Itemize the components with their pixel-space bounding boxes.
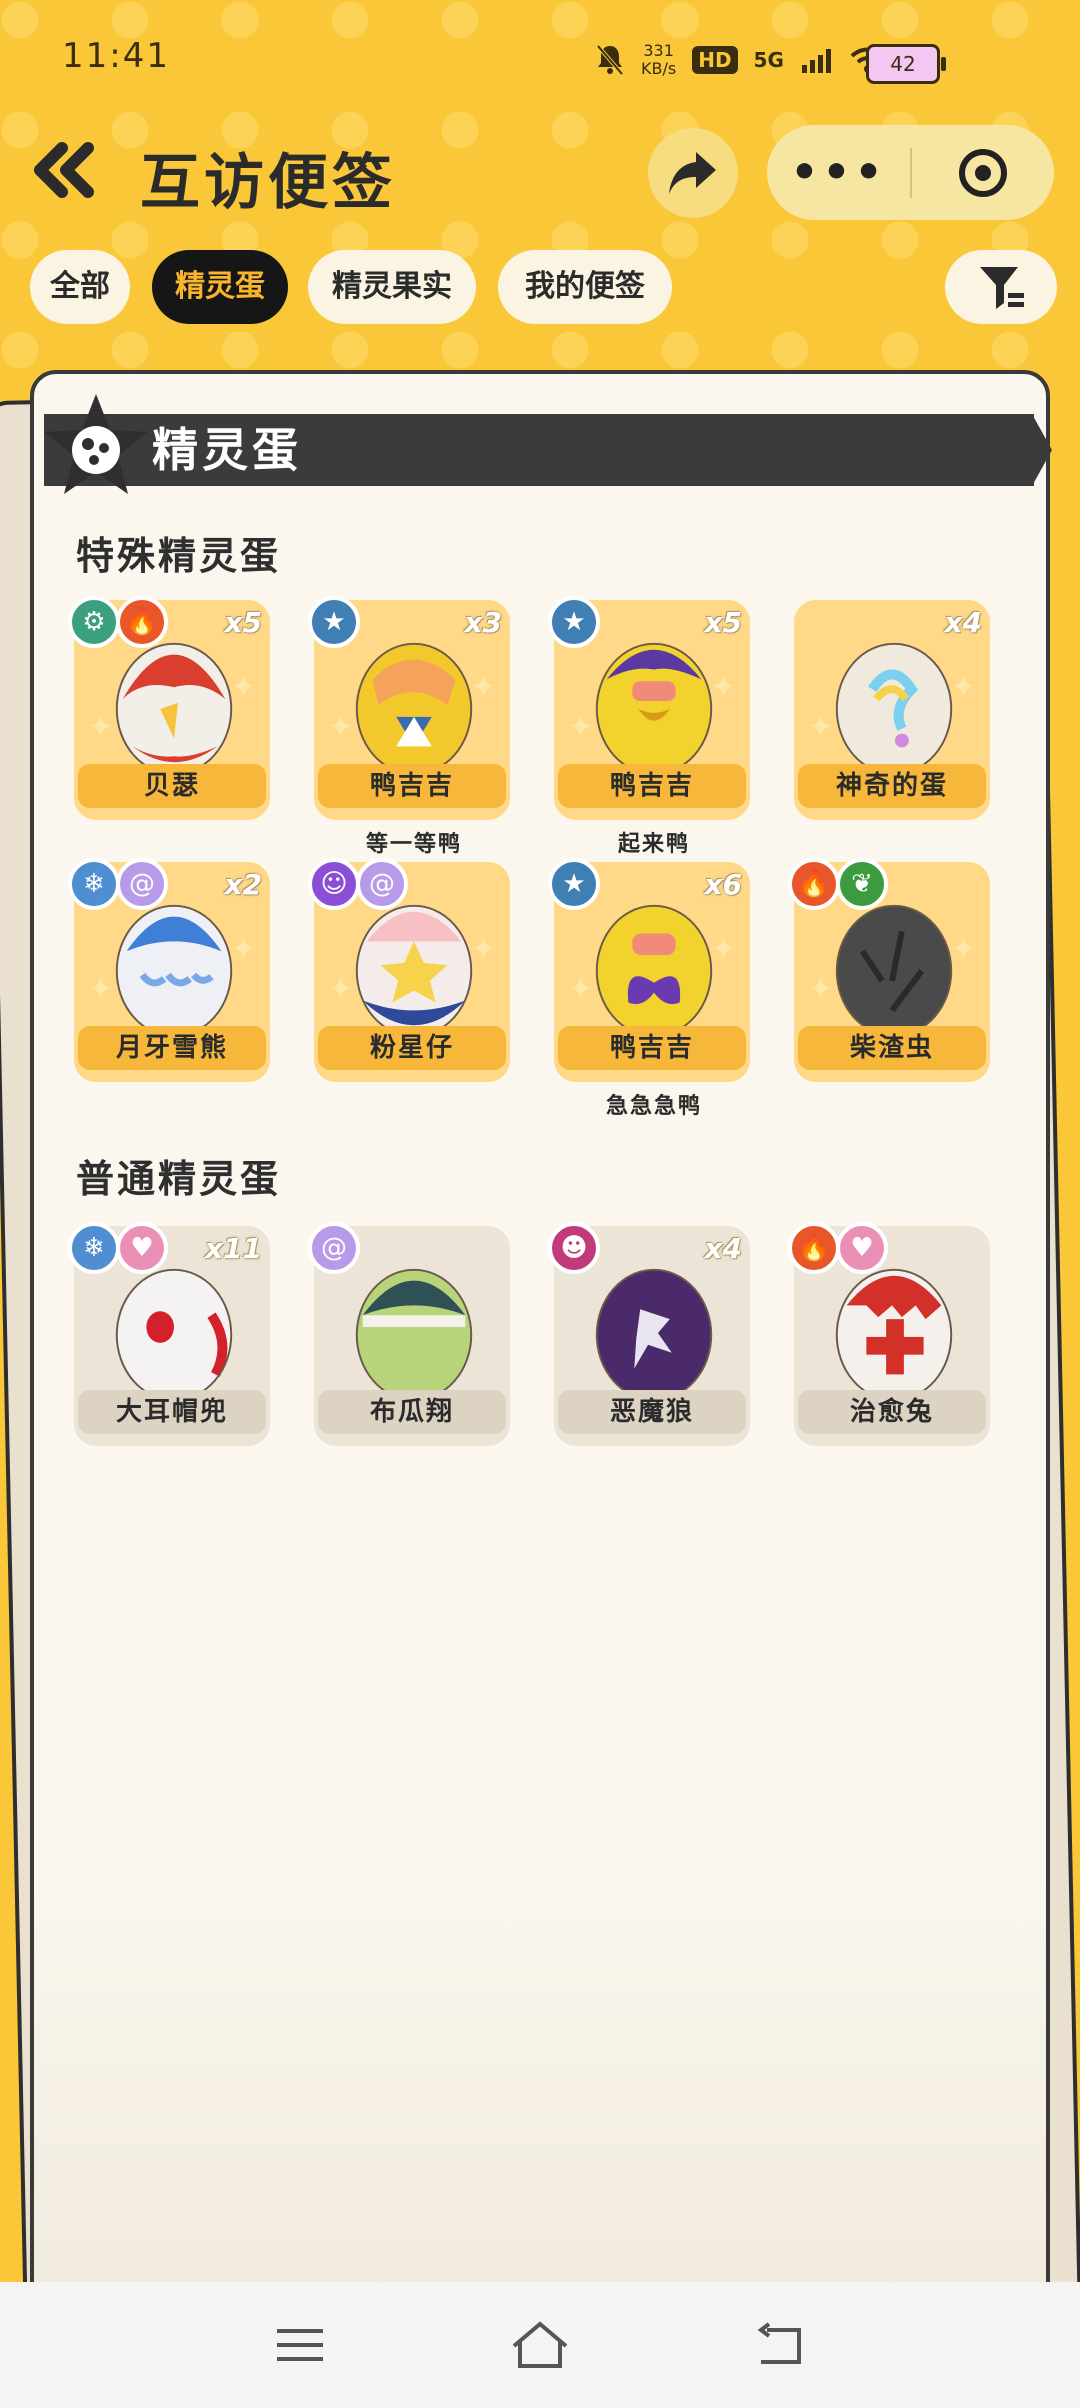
egg-name: 鸭吉吉 (558, 764, 746, 808)
heart-type-icon: ♥ (836, 1222, 888, 1274)
star-type-icon: ★ (548, 596, 600, 648)
egg-name: 治愈兔 (798, 1390, 986, 1434)
egg-item[interactable]: ✦ ✦ 粉星仔 ☺ @ (308, 858, 514, 1092)
special-eggs-heading: 特殊精灵蛋 (76, 534, 282, 578)
fire-type-icon: 🔥 (788, 1222, 840, 1274)
egg-subtitle: 起来鸭 (617, 832, 690, 857)
more-button[interactable]: ••• (767, 147, 910, 198)
double-chevron-left-icon (34, 142, 94, 198)
tab-spirit-egg[interactable]: 精灵蛋 (152, 250, 288, 324)
egg-name: 柴渣虫 (798, 1026, 986, 1070)
egg-name: 贝瑟 (78, 764, 266, 808)
battery-indicator: 42 (866, 44, 946, 84)
normal-eggs-heading: 普通精灵蛋 (76, 1157, 282, 1201)
miniapp-capsule: ••• (767, 125, 1054, 220)
menu-icon (277, 2329, 323, 2361)
egg-image (355, 904, 473, 1038)
green-gear-type-icon: ⚙ (68, 596, 120, 648)
star-type-icon: ★ (548, 858, 600, 910)
egg-image (355, 642, 473, 776)
egg-image (115, 642, 233, 776)
egg-name: 恶魔狼 (558, 1390, 746, 1434)
system-nav-bar (0, 2282, 1080, 2408)
egg-image (835, 904, 953, 1038)
back-icon (757, 2322, 801, 2364)
egg-image (355, 1268, 473, 1402)
back-button[interactable] (30, 140, 110, 210)
banner-title: 精灵蛋 (152, 423, 302, 477)
leaf-type-icon: ❦ (836, 858, 888, 910)
egg-name: 大耳帽兜 (78, 1390, 266, 1434)
egg-image (115, 904, 233, 1038)
share-arrow-icon (669, 152, 716, 194)
heart-type-icon: ♥ (116, 1222, 168, 1274)
share-button[interactable] (648, 128, 738, 218)
egg-count: x11 (204, 1232, 262, 1265)
egg-count: x4 (944, 606, 982, 639)
egg-count: x5 (704, 606, 742, 639)
back-nav-button[interactable] (750, 2315, 810, 2375)
home-button[interactable] (510, 2315, 570, 2375)
egg-name: 布瓜翔 (318, 1390, 506, 1434)
egg-subtitle: 等一等鸭 (365, 832, 462, 857)
egg-item[interactable]: x4 恶魔狼 ☻ (548, 1222, 754, 1456)
menu-button[interactable] (270, 2315, 330, 2375)
egg-name: 神奇的蛋 (798, 764, 986, 808)
tab-my-notes[interactable]: 我的便签 (498, 250, 672, 324)
egg-image (835, 1268, 953, 1402)
egg-item[interactable]: ✦ ✦ x6 鸭吉吉 ★ 急急急鸭 (548, 858, 754, 1119)
close-miniapp-button[interactable] (912, 148, 1054, 197)
page-title: 互访便签 (140, 148, 396, 218)
star-badge-icon (36, 388, 156, 508)
egg-count: x5 (224, 606, 262, 639)
egg-image (595, 904, 713, 1038)
status-bar: 11:41 331 KB/s HD 5G 42 (0, 0, 1080, 120)
tab-spirit-fruit[interactable]: 精灵果实 (308, 250, 476, 324)
egg-item[interactable]: ✦ ✦ 柴渣虫 🔥 ❦ (788, 858, 994, 1092)
egg-item[interactable]: 布瓜翔 @ (308, 1222, 514, 1456)
egg-tile: ✦ ✦ x4 神奇的蛋 (794, 600, 990, 820)
egg-name: 鸭吉吉 (318, 764, 506, 808)
fire-type-icon: 🔥 (788, 858, 840, 910)
psychic-type-icon: @ (308, 1222, 360, 1274)
egg-name: 鸭吉吉 (558, 1026, 746, 1070)
egg-item[interactable]: ✦ ✦ x3 鸭吉吉 ★ 等一等鸭 (308, 596, 514, 857)
egg-image (595, 642, 713, 776)
filter-icon (980, 267, 1024, 309)
status-time: 11:41 (62, 36, 170, 76)
egg-count: x2 (224, 868, 262, 901)
demon-type-icon: ☻ (548, 1222, 600, 1274)
egg-count: x3 (464, 606, 502, 639)
egg-count: x4 (704, 1232, 742, 1265)
psychic-type-icon: @ (116, 858, 168, 910)
mute-bell-icon (596, 44, 624, 76)
egg-item[interactable]: ✦ ✦ x5 贝瑟 ⚙ 🔥 (68, 596, 274, 830)
egg-name: 月牙雪熊 (78, 1026, 266, 1070)
fire-type-icon: 🔥 (116, 596, 168, 648)
signal-icon (801, 49, 831, 73)
signal-label: 5G (753, 48, 784, 72)
net-speed: 331 KB/s (641, 41, 677, 78)
egg-item[interactable]: x11 大耳帽兜 ❄ ♥ (68, 1222, 274, 1456)
tab-all[interactable]: 全部 (30, 250, 130, 324)
star-type-icon: ★ (308, 596, 360, 648)
filter-button[interactable] (945, 250, 1057, 324)
egg-image (115, 1268, 233, 1402)
target-icon (959, 148, 1007, 197)
hd-badge: HD (692, 46, 738, 74)
egg-count: x6 (704, 868, 742, 901)
ice-type-icon: ❄ (68, 1222, 120, 1274)
egg-item[interactable]: ✦ ✦ x5 鸭吉吉 ★ 起来鸭 (548, 596, 754, 857)
egg-subtitle: 急急急鸭 (605, 1094, 702, 1119)
ice-type-icon: ❄ (68, 858, 120, 910)
psychic-type-icon: @ (356, 858, 408, 910)
ghost-type-icon: ☺ (308, 858, 360, 910)
egg-name: 粉星仔 (318, 1026, 506, 1070)
egg-image (595, 1268, 713, 1402)
egg-item[interactable]: 治愈兔 🔥 ♥ (788, 1222, 994, 1456)
egg-image (835, 642, 953, 776)
egg-item[interactable]: ✦ ✦ x2 月牙雪熊 ❄ @ (68, 858, 274, 1092)
home-icon (512, 2321, 568, 2368)
egg-item[interactable]: ✦ ✦ x4 神奇的蛋 (794, 600, 994, 830)
